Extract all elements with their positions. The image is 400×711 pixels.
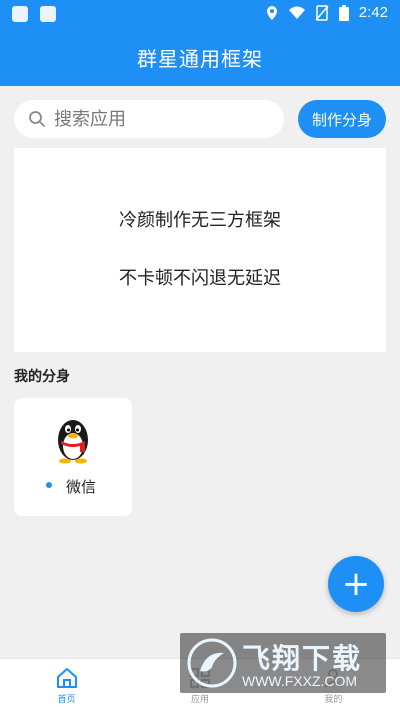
watermark-logo-icon [187,638,237,688]
clone-card[interactable]: 微信 [14,398,132,516]
nav-label-profile: 我的 [324,694,343,705]
make-clone-button[interactable]: 制作分身 [298,100,386,138]
battery-icon [338,4,349,21]
search-box[interactable] [14,100,284,138]
banner-line-1: 冷颜制作无三方框架 [119,210,281,231]
notification-icon-2 [40,6,56,22]
banner-line-2: 不卡顿不闪退无延迟 [119,268,281,289]
nav-item-home[interactable]: 首页 [0,659,133,711]
clone-name: 微信 [66,478,97,496]
status-time: 2:42 [358,4,388,21]
search-icon [29,111,45,127]
nav-label-apps: 应用 [190,694,209,705]
banner: 冷颜制作无三方框架 不卡顿不闪退无延迟 [14,148,386,352]
watermark-title: 飞翔下载 [242,642,363,675]
watermark: 飞翔下载 WWW.FXXZ.COM [180,633,386,693]
my-clones-title: 我的分身 [14,369,70,385]
location-icon [266,5,277,20]
notification-icon [12,6,28,22]
status-bar: 2:42 [0,0,400,28]
home-icon [56,667,77,688]
status-dot [46,482,52,488]
page-title: 群星通用框架 [137,46,263,71]
add-button[interactable]: + [328,556,384,612]
wifi-icon [288,6,305,19]
nav-label-home: 首页 [57,694,76,705]
qq-penguin-icon [58,420,88,464]
watermark-url: WWW.FXXZ.COM [242,673,358,689]
no-sim-icon [315,4,329,21]
search-input[interactable] [54,108,274,130]
app-bar: 群星通用框架 [0,28,400,86]
